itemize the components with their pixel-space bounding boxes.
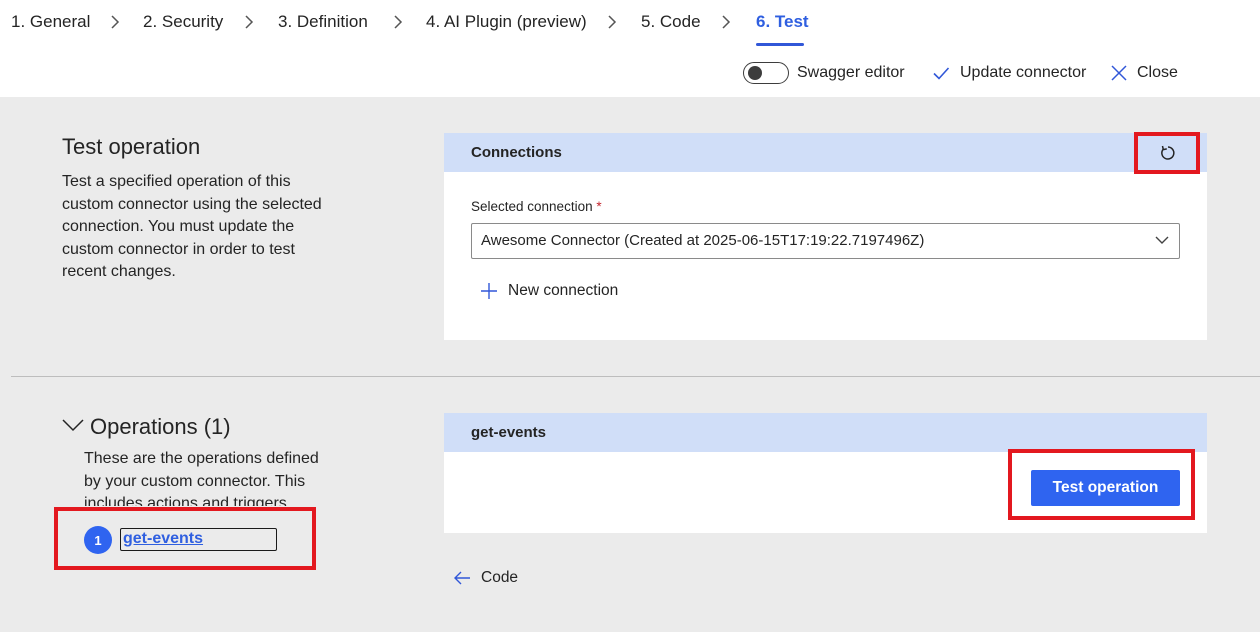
selected-connection-dropdown[interactable]: Awesome Connector (Created at 2025-06-15…: [471, 223, 1180, 259]
new-connection-button[interactable]: New connection: [480, 280, 618, 302]
arrow-left-icon: [454, 571, 470, 585]
operation-card-title: get-events: [471, 424, 547, 441]
test-operation-description: Test a specified operation of this custo…: [62, 173, 322, 280]
step-code[interactable]: 5. Code: [641, 10, 701, 34]
selected-connection-label-text: Selected connection: [471, 199, 593, 214]
back-to-code-button[interactable]: Code: [453, 567, 518, 589]
swagger-editor-toggle[interactable]: [743, 62, 789, 84]
add-icon: [481, 283, 497, 299]
chevron-right-icon: [245, 15, 254, 29]
close-button[interactable]: Close: [1137, 62, 1178, 84]
test-operation-button[interactable]: Test operation: [1031, 470, 1180, 506]
chevron-down-icon: [1155, 236, 1169, 244]
close-icon[interactable]: [1110, 64, 1128, 82]
operation-card-header: get-events: [444, 413, 1207, 452]
active-step-indicator: [756, 43, 804, 46]
test-operation-title: Test operation: [62, 134, 201, 159]
selected-connection-label: Selected connection *: [471, 198, 602, 216]
operation-card: get-events Test operation: [444, 413, 1207, 533]
chevron-right-icon: [111, 15, 120, 29]
toggle-knob: [748, 66, 762, 80]
step-ai-plugin[interactable]: 4. AI Plugin (preview): [426, 10, 587, 34]
operation-item-get-events[interactable]: get-events: [120, 528, 277, 551]
top-bar: 1. General 2. Security 3. Definition 4. …: [0, 0, 1260, 97]
connections-header-title: Connections: [471, 144, 562, 161]
swagger-editor-label[interactable]: Swagger editor: [797, 62, 905, 84]
connections-header: Connections: [444, 133, 1207, 172]
update-connector-button[interactable]: Update connector: [960, 62, 1086, 84]
step-test[interactable]: 6. Test: [756, 10, 809, 34]
refresh-icon[interactable]: [1159, 144, 1177, 162]
step-definition[interactable]: 3. Definition: [278, 10, 368, 34]
selected-connection-value: Awesome Connector (Created at 2025-06-15…: [481, 232, 925, 249]
section-divider: [11, 376, 1260, 377]
step-general[interactable]: 1. General: [11, 10, 90, 34]
step-security[interactable]: 2. Security: [143, 10, 223, 34]
chevron-down-icon[interactable]: [62, 418, 84, 432]
operation-number-badge: 1: [84, 526, 112, 554]
operations-description: These are the operations defined by your…: [84, 450, 319, 506]
chevron-right-icon: [394, 15, 403, 29]
connections-card: Connections Selected connection * Awesom…: [444, 133, 1207, 340]
back-to-code-label: Code: [481, 569, 519, 586]
chevron-right-icon: [722, 15, 731, 29]
required-mark: *: [596, 199, 602, 214]
chevron-right-icon: [608, 15, 617, 29]
operations-title[interactable]: Operations (1): [90, 413, 231, 441]
new-connection-label: New connection: [508, 282, 619, 299]
checkmark-icon[interactable]: [932, 64, 950, 82]
